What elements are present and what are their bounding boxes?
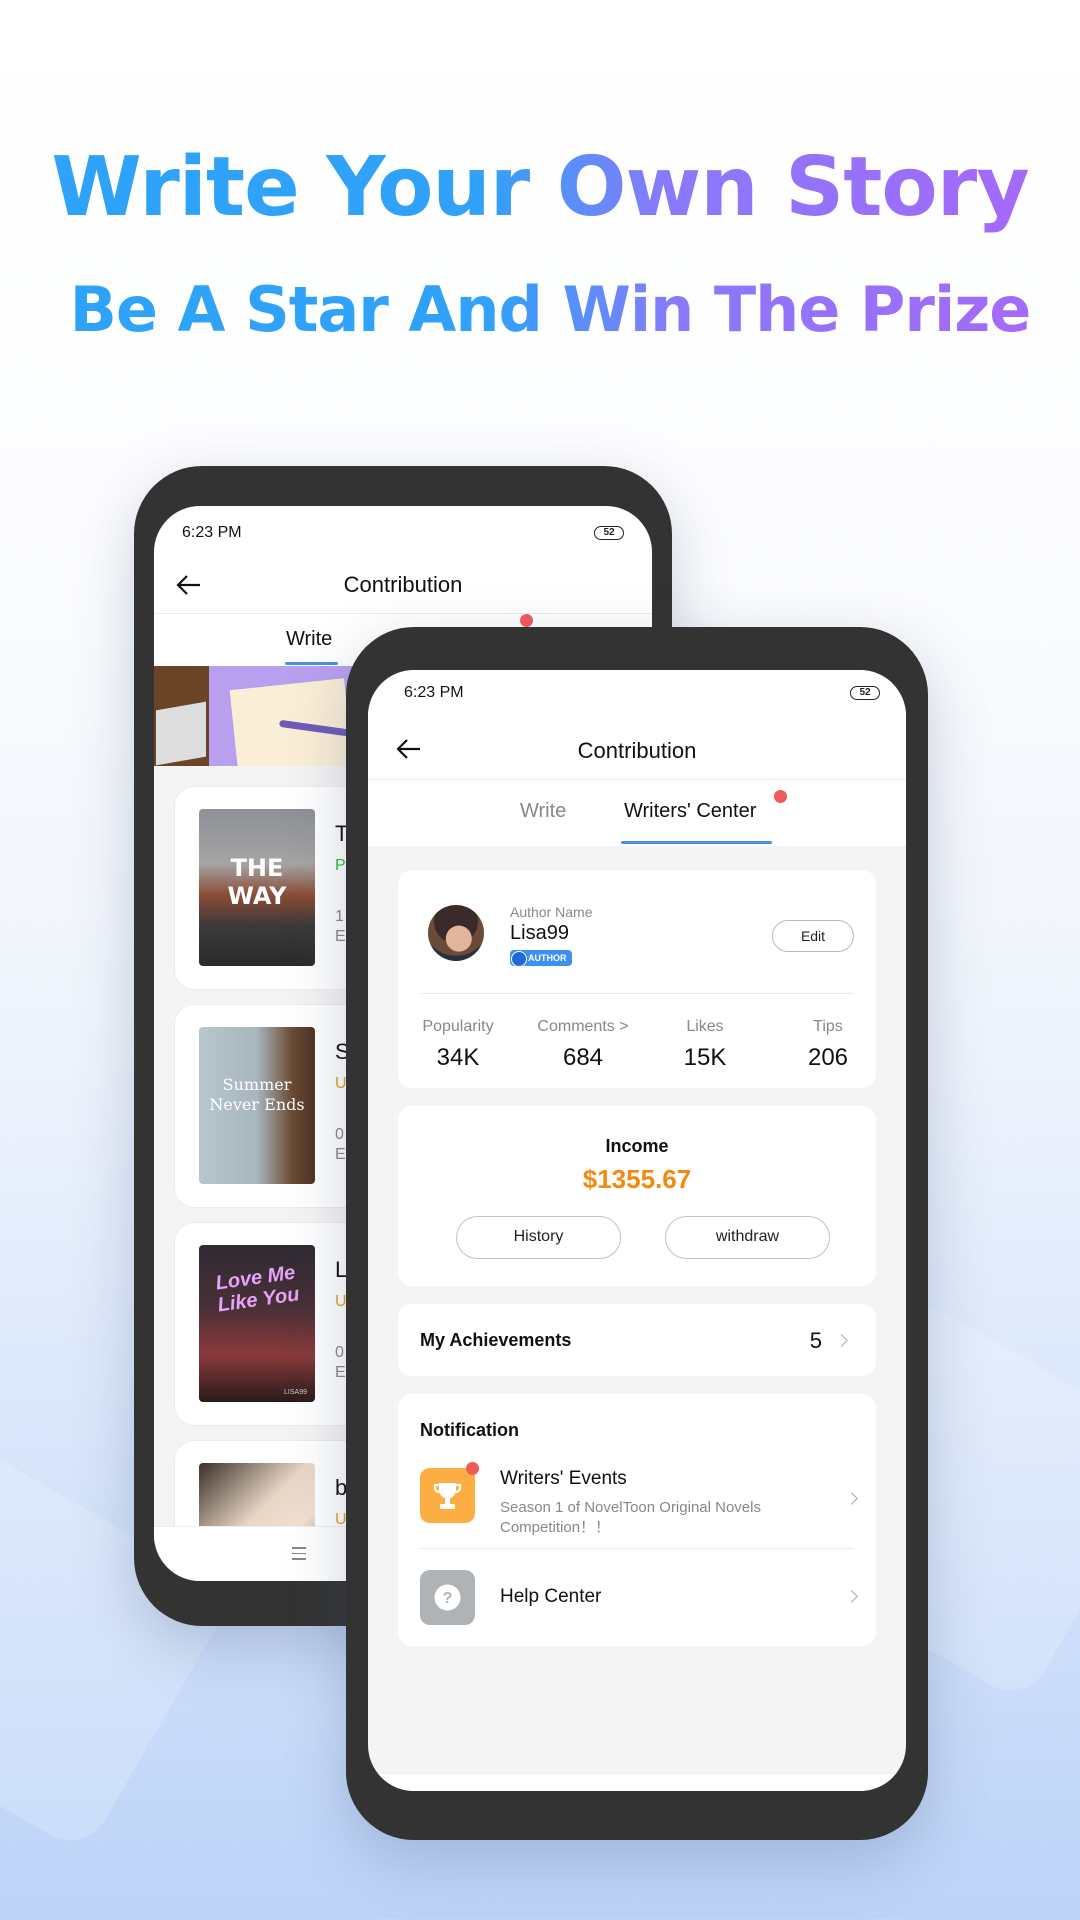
trophy-icon [420, 1468, 475, 1523]
menu-icon[interactable] [292, 1547, 306, 1564]
notification-card: Notification Writers' Events Season 1 of… [398, 1394, 876, 1646]
notification-title: Writers' Events [500, 1468, 627, 1489]
stat-popularity: Popularity 34K [408, 1018, 508, 1072]
notification-subtitle: Season 1 of NovelToon Original Novels Co… [500, 1499, 761, 1536]
status-time: 6:23 PM [182, 524, 242, 541]
income-label: Income [605, 1136, 669, 1156]
svg-text:?: ? [443, 1590, 453, 1607]
tab-write[interactable]: Write [286, 628, 332, 651]
author-badge: AUTHOR [510, 950, 572, 967]
notification-heading: Notification [420, 1420, 519, 1440]
notification-item-help-center[interactable]: ? Help Center [398, 1550, 876, 1640]
book-cover: THE WAY [199, 809, 315, 966]
stat-likes: Likes 15K [655, 1018, 755, 1072]
nav-bar: Contribution [154, 556, 652, 614]
author-label: Author Name [510, 904, 593, 920]
achievements-count: 5 [809, 1328, 822, 1353]
book-cover: Love Me Like You LISA99 [199, 1245, 315, 1402]
banner-art [156, 701, 206, 766]
cover-title: Love Me Like You [214, 1261, 301, 1317]
divider [420, 993, 854, 994]
book-cover: Summer Never Ends [199, 1027, 315, 1184]
page-title: Contribution [343, 572, 463, 597]
book-cover [199, 1463, 315, 1526]
nav-bar: Contribution [368, 720, 906, 780]
stat-label: Popularity [422, 1018, 494, 1035]
author-card: Author Name Lisa99 AUTHOR Edit Popularit… [398, 870, 876, 1088]
notification-dot [774, 790, 787, 803]
edit-button[interactable]: Edit [772, 920, 854, 952]
active-tab-indicator [285, 662, 338, 665]
avatar[interactable] [428, 905, 484, 961]
divider [420, 1548, 854, 1549]
notification-title: Help Center [500, 1586, 602, 1607]
stat-label: Comments > [537, 1018, 629, 1035]
status-bar: 6:23 PM 52 [368, 670, 906, 720]
stat-label: Likes [686, 1018, 724, 1035]
cover-title: Summer Never Ends [209, 1075, 305, 1114]
battery-indicator: 52 [850, 686, 880, 700]
front-phone-screen: 6:23 PM 52 Contribution Write Writers' C… [368, 670, 906, 1791]
chevron-right-icon [845, 1590, 858, 1603]
battery-indicator: 52 [594, 526, 624, 540]
notification-dot [520, 614, 533, 627]
headline-subtitle: Be A Star And Win The Prize [10, 273, 1080, 346]
page-title: Contribution [577, 738, 697, 763]
stat-comments[interactable]: Comments > 684 [528, 1018, 638, 1072]
income-card: Income $1355.67 History withdraw [398, 1106, 876, 1286]
tab-write[interactable]: Write [520, 800, 566, 823]
history-button[interactable]: History [456, 1216, 621, 1259]
bottom-bar [368, 1773, 906, 1791]
help-icon: ? [420, 1570, 475, 1625]
stat-value: 15K [683, 1044, 727, 1071]
achievements-row[interactable]: My Achievements 5 [398, 1304, 876, 1376]
notification-dot [466, 1462, 479, 1475]
tab-writers-center[interactable]: Writers' Center [624, 800, 756, 823]
income-value: $1355.67 [582, 1164, 692, 1194]
stat-label: Tips [813, 1018, 843, 1035]
stat-tips: Tips 206 [778, 1018, 878, 1072]
stat-value: 206 [807, 1044, 849, 1071]
chevron-right-icon [845, 1492, 858, 1505]
chevron-right-icon [835, 1334, 848, 1347]
status-time: 6:23 PM [404, 684, 464, 701]
author-name: Lisa99 [510, 922, 569, 944]
stat-value: 34K [436, 1044, 480, 1071]
stat-value: 684 [562, 1044, 604, 1071]
achievements-label: My Achievements [420, 1330, 572, 1350]
front-phone-frame: 6:23 PM 52 Contribution Write Writers' C… [346, 627, 928, 1840]
tab-bar: Write Writers' Center [368, 780, 906, 846]
active-tab-indicator [621, 841, 772, 844]
cover-title: THE WAY [227, 854, 287, 910]
withdraw-button[interactable]: withdraw [665, 1216, 830, 1259]
headline-title: Write Your Own Story [0, 140, 1080, 235]
cover-author: LISA99 [284, 1389, 307, 1396]
